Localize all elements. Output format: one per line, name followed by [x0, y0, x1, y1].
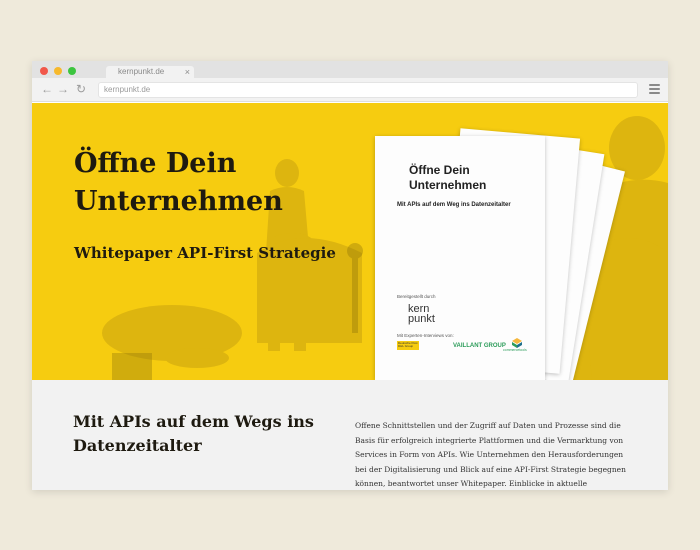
vaillant-logo: VAILLANT GROUP [453, 343, 506, 349]
minimize-window-icon[interactable] [54, 67, 62, 75]
maximize-window-icon[interactable] [68, 67, 76, 75]
whitepaper-credit: Bereitgestellt durch [397, 294, 436, 299]
forward-arrow-icon[interactable]: → [57, 82, 69, 96]
reload-icon[interactable]: ↻ [76, 82, 86, 96]
browser-tab[interactable]: kernpunkt.de × [106, 66, 194, 78]
address-bar[interactable]: kernpunkt.de [98, 82, 638, 98]
intro-heading: Mit APIs auf dem Wegs ins Datenzeitalter [73, 412, 314, 455]
commercetools-logo-icon [512, 338, 522, 348]
hero-title: Öffne Dein Unternehmen [74, 148, 283, 217]
whitepaper-title: Öffne Dein Unternehmen [409, 163, 486, 193]
logo-line-2: punkt [408, 313, 435, 325]
hero-banner: Öffne Dein Unternehmen Whitepaper API-Fi… [32, 103, 668, 380]
close-window-icon[interactable] [40, 67, 48, 75]
hero-subtitle: Whitepaper API-First Strategie [74, 244, 336, 262]
whitepaper-cover: Öffne Dein Unternehmen Mit APIs auf dem … [375, 136, 545, 380]
back-arrow-icon[interactable]: ← [41, 82, 53, 96]
whitepaper-title-line-2: Unternehmen [409, 178, 487, 192]
whitepaper-interviews-label: Mit Experten-Interviews von: [397, 333, 454, 338]
tab-close-icon[interactable]: × [185, 66, 190, 78]
commercetools-logo: commercetools [503, 348, 527, 352]
intro-body: Offene Schnittstellen und der Zugriff au… [355, 421, 626, 488]
intro-section: Mit APIs auf dem Wegs ins Datenzeitalter… [32, 380, 668, 490]
browser-toolbar: ← → ↻ kernpunkt.de [32, 78, 668, 102]
hamburger-menu-icon[interactable] [649, 84, 660, 94]
kernpunkt-logo: kern punkt [408, 304, 435, 325]
tab-bar: kernpunkt.de × [32, 61, 668, 78]
whitepaper-title-line-1: Öffne Dein [409, 163, 470, 177]
dhl-logo: Deutsche Post DHL Group [397, 341, 419, 350]
whitepaper-subtitle: Mit APIs auf dem Weg ins Datenzeitalter [397, 202, 511, 208]
url-text: kernpunkt.de [104, 85, 151, 94]
tab-title: kernpunkt.de [118, 67, 165, 76]
browser-window: kernpunkt.de × ← → ↻ kernpunkt.de Öffne … [32, 61, 668, 490]
